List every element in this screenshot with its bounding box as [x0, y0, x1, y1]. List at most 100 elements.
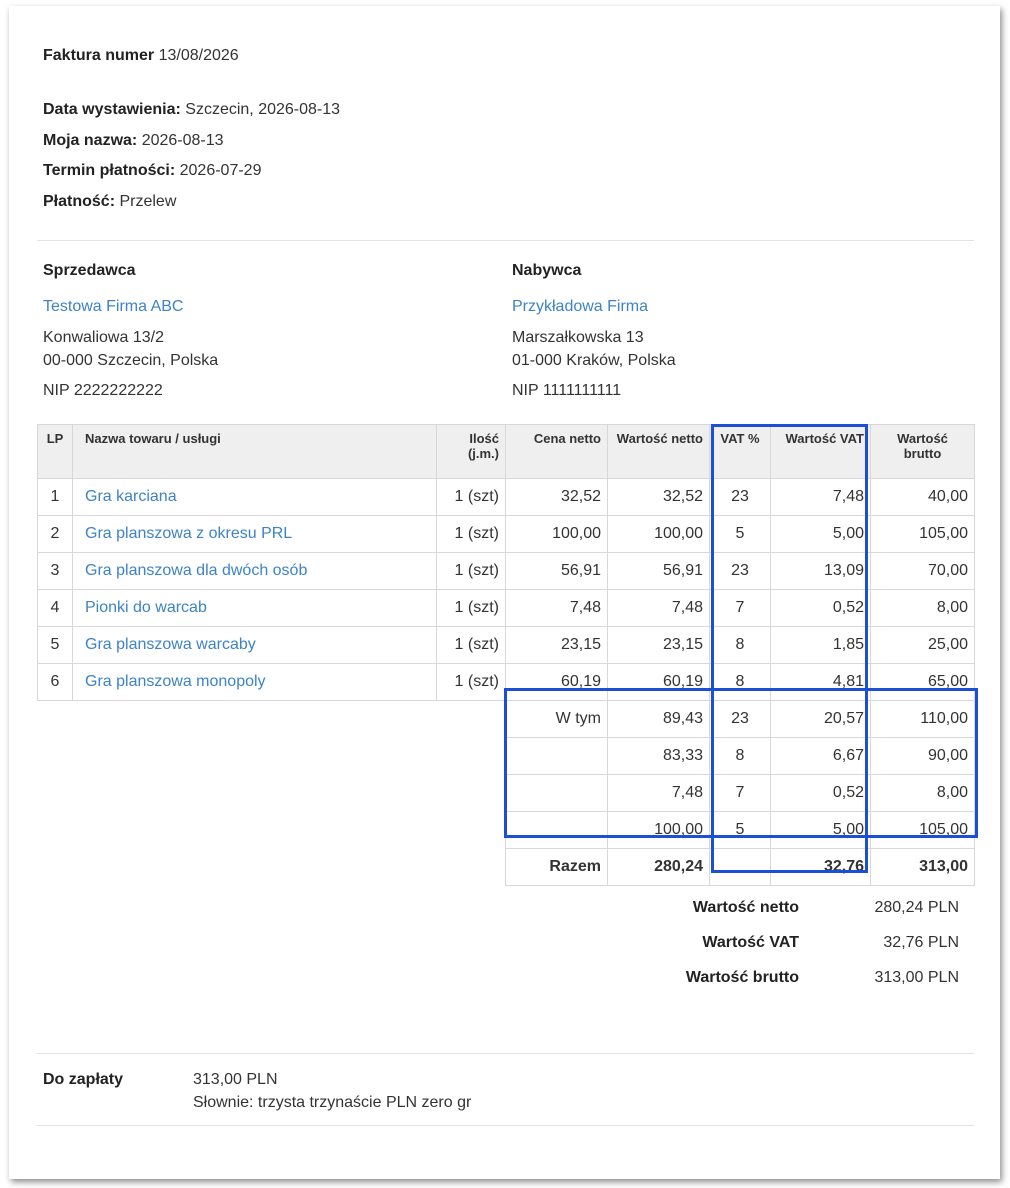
empty-cell: [437, 812, 506, 849]
cell-price: 100,00: [505, 515, 608, 553]
field-label: Płatność:: [43, 193, 116, 210]
cell-vat-pct: 23: [709, 478, 771, 516]
field-value: Szczecin, 2026-08-13: [185, 101, 341, 118]
breakdown-label: [505, 774, 608, 812]
cell-gross: 65,00: [870, 663, 975, 701]
cell-net: 7,48: [607, 589, 710, 627]
items-table: LP Nazwa towaru / usługi Ilość (j.m.) Ce…: [37, 424, 975, 886]
cell-qty: 1 (szt): [436, 552, 506, 590]
breakdown-row: W tym 89,43 23 20,57 110,00: [38, 700, 975, 738]
breakdown-row: 100,00 5 5,00 105,00: [38, 811, 975, 849]
cell-lp: 4: [37, 589, 73, 627]
invoice-page: Faktura numer 13/08/2026 Data wystawieni…: [9, 6, 1000, 1179]
empty-cell: [437, 701, 506, 738]
summary-label: Wartość brutto: [685, 969, 799, 986]
breakdown-vat-val: 6,67: [770, 737, 871, 775]
field-value: 2026-07-29: [179, 162, 262, 179]
summary: Wartość netto 280,24 PLN Wartość VAT 32,…: [599, 899, 959, 1004]
invoice-number-value: 13/08/2026: [158, 47, 239, 64]
seller-city: 00-000 Szczecin, Polska: [43, 352, 219, 369]
cell-vat-val: 1,85: [770, 626, 871, 664]
breakdown-gross: 90,00: [870, 737, 975, 775]
cell-price: 7,48: [505, 589, 608, 627]
field-value: Przelew: [119, 193, 177, 210]
item-name-link[interactable]: Gra planszowa z okresu PRL: [85, 525, 292, 542]
cell-qty: 1 (szt): [436, 515, 506, 553]
cell-price: 32,52: [505, 478, 608, 516]
col-net: Wartość netto: [607, 424, 710, 479]
cell-net: 60,19: [607, 663, 710, 701]
field-label: Termin płatności:: [43, 162, 176, 179]
item-name-link[interactable]: Gra karciana: [85, 488, 177, 505]
breakdown-net: 89,43: [607, 700, 710, 738]
buyer-name-link[interactable]: Przykładowa Firma: [512, 298, 648, 316]
field-label: Data wystawienia:: [43, 101, 181, 118]
item-name-link[interactable]: Pionki do warcab: [85, 599, 207, 616]
empty-cell: [38, 812, 437, 849]
buyer-street: Marszałkowska 13: [512, 329, 644, 346]
breakdown-label: W tym: [505, 700, 608, 738]
col-price: Cena netto: [505, 424, 608, 479]
payment-words: Słownie: trzysta trzynaście PLN zero gr: [193, 1094, 472, 1111]
cell-name: Gra planszowa dla dwóch osób: [72, 552, 437, 590]
cell-price: 56,91: [505, 552, 608, 590]
cell-gross: 8,00: [870, 589, 975, 627]
seller-title: Sprzedawca: [43, 262, 136, 279]
cell-lp: 3: [37, 552, 73, 590]
summary-value: 280,24 PLN: [874, 899, 959, 916]
cell-vat-val: 5,00: [770, 515, 871, 553]
breakdown-net: 83,33: [607, 737, 710, 775]
cell-vat-pct: 23: [709, 552, 771, 590]
total-net: 280,24: [607, 848, 710, 886]
breakdown-vat-pct: 23: [709, 700, 771, 738]
divider: [37, 240, 974, 241]
breakdown-gross: 8,00: [870, 774, 975, 812]
summary-row: Wartość netto 280,24 PLN: [599, 899, 959, 934]
table-row: 3 Gra planszowa dla dwóch osób 1 (szt) 56,9…: [37, 552, 975, 590]
seller-nip: NIP 2222222222: [43, 382, 163, 399]
divider: [37, 1053, 974, 1054]
cell-qty: 1 (szt): [436, 478, 506, 516]
empty-cell: [38, 775, 437, 812]
payment-amount: 313,00 PLN: [193, 1071, 278, 1088]
cell-name: Gra planszowa z okresu PRL: [72, 515, 437, 553]
breakdown-row: 83,33 8 6,67 90,00: [38, 737, 975, 775]
cell-vat-val: 4,81: [770, 663, 871, 701]
cell-vat-pct: 5: [709, 515, 771, 553]
breakdown-gross: 105,00: [870, 811, 975, 849]
field-value: 2026-08-13: [141, 132, 224, 149]
cell-vat-pct: 8: [709, 663, 771, 701]
item-name-link[interactable]: Gra planszowa warcaby: [85, 636, 256, 653]
summary-label: Wartość netto: [692, 899, 799, 916]
cell-lp: 1: [37, 478, 73, 516]
breakdown-vat-val: 0,52: [770, 774, 871, 812]
breakdown-gross: 110,00: [870, 700, 975, 738]
field-my-name: Moja nazwa: 2026-08-13: [43, 132, 224, 150]
cell-net: 56,91: [607, 552, 710, 590]
table-row: 1 Gra karciana 1 (szt) 32,52 32,52 23 7,48 40,0…: [37, 478, 975, 516]
cell-lp: 5: [37, 626, 73, 664]
cell-lp: 2: [37, 515, 73, 553]
cell-qty: 1 (szt): [436, 626, 506, 664]
empty-cell: [38, 738, 437, 775]
cell-name: Gra planszowa warcaby: [72, 626, 437, 664]
field-label: Moja nazwa:: [43, 132, 138, 149]
cell-vat-val: 0,52: [770, 589, 871, 627]
summary-row: Wartość VAT 32,76 PLN: [599, 934, 959, 969]
field-due-date: Termin płatności: 2026-07-29: [43, 162, 261, 180]
cell-vat-pct: 8: [709, 626, 771, 664]
cell-qty: 1 (szt): [436, 663, 506, 701]
empty-cell: [437, 738, 506, 775]
col-name: Nazwa towaru / usługi: [72, 424, 437, 479]
item-name-link[interactable]: Gra planszowa monopoly: [85, 673, 266, 690]
seller-name-link[interactable]: Testowa Firma ABC: [43, 298, 183, 316]
empty-cell: [38, 701, 437, 738]
total-row: Razem 280,24 32,76 313,00: [38, 848, 975, 886]
cell-gross: 25,00: [870, 626, 975, 664]
field-payment-method: Płatność: Przelew: [43, 193, 176, 211]
empty-cell: [437, 849, 506, 886]
total-vat-val: 32,76: [770, 848, 871, 886]
field-issue-date: Data wystawienia: Szczecin, 2026-08-13: [43, 101, 340, 119]
item-name-link[interactable]: Gra planszowa dla dwóch osób: [85, 562, 307, 579]
breakdown-vat-pct: 8: [709, 737, 771, 775]
